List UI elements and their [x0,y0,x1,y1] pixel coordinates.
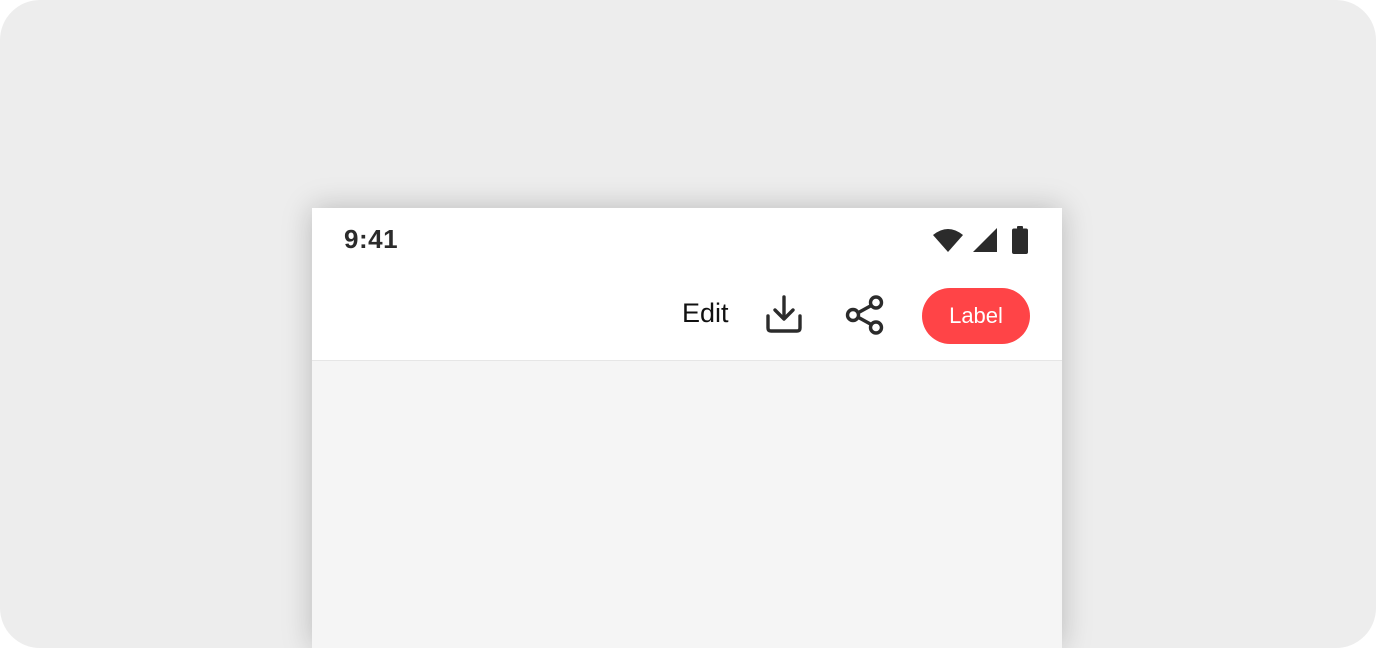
status-icons [932,226,1028,254]
content-area [312,361,1062,648]
battery-icon [1012,226,1028,254]
label-button[interactable]: Label [922,288,1030,344]
canvas-background: 9:41 Edit Label [0,0,1376,648]
edit-button[interactable]: Edit [682,298,729,329]
phone-screen: 9:41 Edit Label [312,208,1062,648]
status-bar: 9:41 [312,208,1062,272]
download-button[interactable] [764,294,808,338]
status-time: 9:41 [344,224,399,254]
cellular-signal-icon [972,227,998,253]
download-icon [766,295,802,333]
share-icon [845,295,884,335]
app-bar: Edit Label [312,272,1062,361]
share-button[interactable] [844,294,888,338]
wifi-icon [932,227,964,253]
